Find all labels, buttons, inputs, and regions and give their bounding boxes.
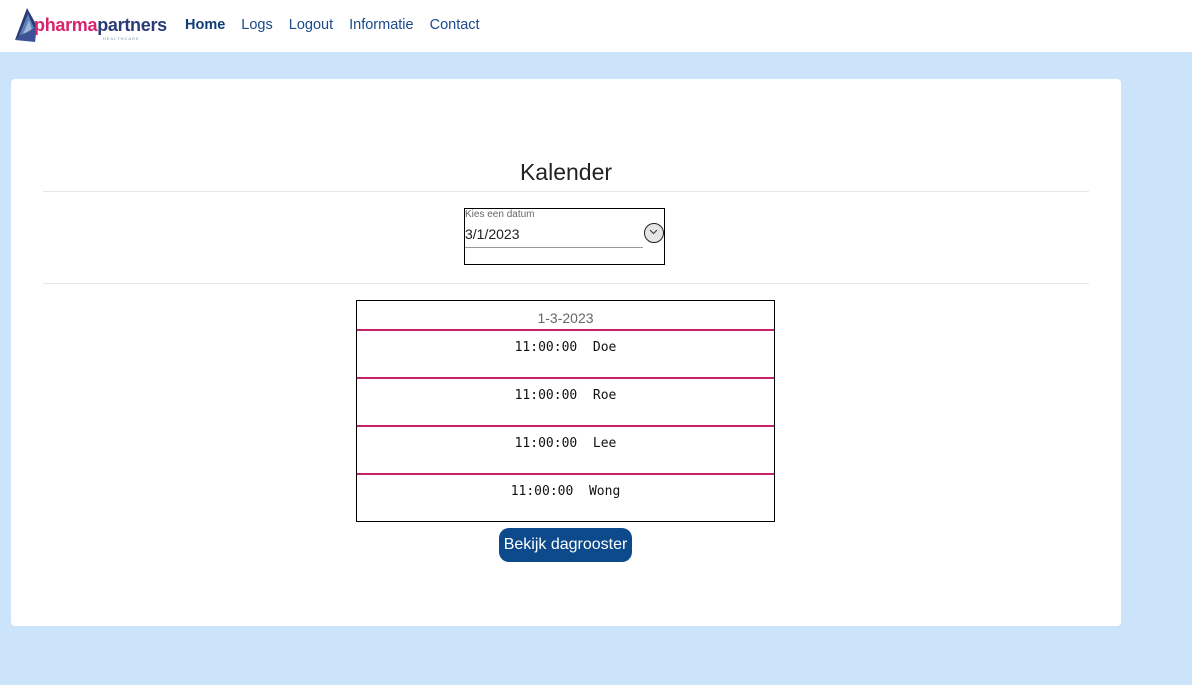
logo-tagline: HEALTHCARE [103, 36, 140, 41]
appointment-time: 11:00:00 [514, 436, 578, 451]
date-picker[interactable]: Kies een datum 3/1/2023 [464, 208, 665, 265]
divider [43, 283, 1089, 284]
schedule-row[interactable]: 11:00:00 Roe [357, 379, 774, 427]
nav-informatie[interactable]: Informatie [349, 17, 413, 34]
schedule-date-header: 1-3-2023 [357, 301, 774, 331]
nav-contact[interactable]: Contact [430, 17, 480, 34]
appointment-time: 11:00:00 [514, 388, 578, 403]
divider [43, 191, 1089, 192]
schedule-row[interactable]: 11:00:00 Lee [357, 427, 774, 475]
nav-logout[interactable]: Logout [289, 17, 333, 34]
view-day-schedule-button[interactable]: Bekijk dagrooster [499, 528, 632, 562]
schedule-row[interactable]: 11:00:00 Wong [357, 475, 774, 521]
logo-wordmark: pharmapartners [34, 15, 167, 35]
schedule-row[interactable]: 11:00:00 Doe [357, 331, 774, 379]
patient-name: Wong [588, 484, 621, 499]
main-card: Kalender Kies een datum 3/1/2023 1-3-202… [11, 79, 1121, 626]
day-schedule-table: 1-3-2023 11:00:00 Doe 11:00:00 Roe 11:00… [356, 300, 775, 522]
patient-name: Lee [592, 436, 617, 451]
chevron-down-icon [649, 229, 658, 235]
pharmapartners-logo[interactable]: pharmapartners HEALTHCARE [13, 6, 167, 44]
appointment-time: 11:00:00 [510, 484, 574, 499]
date-picker-label: Kies een datum [465, 209, 535, 220]
nav-home[interactable]: Home [185, 17, 225, 34]
nav-logs[interactable]: Logs [241, 17, 272, 34]
date-input[interactable]: 3/1/2023 [465, 226, 520, 242]
top-navbar: pharmapartners HEALTHCARE Home Logs Logo… [0, 0, 1192, 52]
main-nav: Home Logs Logout Informatie Contact [185, 17, 480, 34]
patient-name: Roe [592, 388, 617, 403]
patient-name: Doe [592, 340, 617, 355]
calendar-toggle-button[interactable] [644, 223, 664, 243]
date-input-underline [465, 247, 643, 248]
appointment-time: 11:00:00 [514, 340, 578, 355]
page-title: Kalender [519, 159, 613, 186]
